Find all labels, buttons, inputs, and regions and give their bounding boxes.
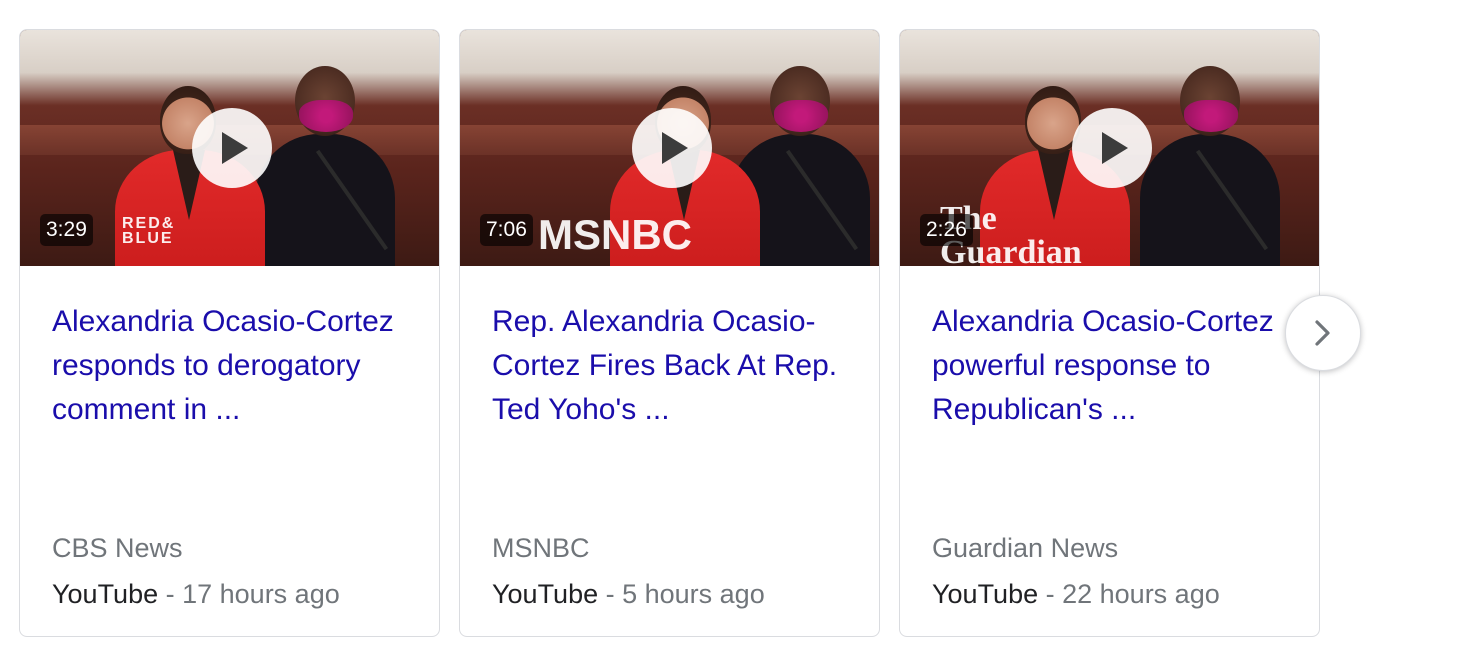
video-card[interactable]: RED& BLUE 3:29 Alexandria Ocasio-Cortez r… <box>19 29 440 637</box>
video-thumbnail[interactable]: MSNBC 7:06 <box>460 30 879 266</box>
video-age: 5 hours ago <box>622 579 765 609</box>
duration-badge: 3:29 <box>40 214 93 246</box>
play-button[interactable] <box>632 108 712 188</box>
video-source: CBS News <box>52 533 183 563</box>
chevron-right-icon <box>1315 320 1330 346</box>
duration-badge: 7:06 <box>480 214 533 246</box>
video-age: 22 hours ago <box>1062 579 1220 609</box>
video-title-link[interactable]: Rep. Alexandria Ocasio-Cortez Fires Back… <box>492 300 852 432</box>
video-card[interactable]: MSNBC 7:06 Rep. Alexandria Ocasio-Cortez… <box>459 29 880 637</box>
play-icon <box>1102 132 1128 164</box>
video-source: MSNBC <box>492 533 590 563</box>
duration-badge: 2:26 <box>920 214 973 246</box>
card-body: Alexandria Ocasio-Cortez responds to der… <box>52 300 412 432</box>
card-body: Rep. Alexandria Ocasio-Cortez Fires Back… <box>492 300 852 432</box>
meta-separator: - <box>158 579 183 609</box>
play-button[interactable] <box>192 108 272 188</box>
meta-separator: - <box>598 579 623 609</box>
video-thumbnail[interactable]: RED& BLUE 3:29 <box>20 30 439 266</box>
video-carousel: RED& BLUE 3:29 Alexandria Ocasio-Cortez r… <box>0 0 1470 660</box>
video-meta: YouTube - 5 hours ago <box>492 576 765 612</box>
carousel-next-button[interactable] <box>1285 295 1361 371</box>
video-source: Guardian News <box>932 533 1119 563</box>
video-title-link[interactable]: Alexandria Ocasio-Cortez powerful respon… <box>932 300 1292 432</box>
video-meta: YouTube - 22 hours ago <box>932 576 1220 612</box>
video-meta: YouTube - 17 hours ago <box>52 576 340 612</box>
video-platform: YouTube <box>932 579 1039 609</box>
video-age: 17 hours ago <box>182 579 340 609</box>
play-icon <box>222 132 248 164</box>
play-button[interactable] <box>1072 108 1152 188</box>
video-title-link[interactable]: Alexandria Ocasio-Cortez responds to der… <box>52 300 412 432</box>
video-card[interactable]: TheGuardian 2:26 Alexandria Ocasio-Corte… <box>899 29 1320 637</box>
video-platform: YouTube <box>492 579 599 609</box>
meta-separator: - <box>1038 579 1063 609</box>
play-icon <box>662 132 688 164</box>
card-body: Alexandria Ocasio-Cortez powerful respon… <box>932 300 1292 432</box>
video-thumbnail[interactable]: TheGuardian 2:26 <box>900 30 1319 266</box>
video-platform: YouTube <box>52 579 159 609</box>
